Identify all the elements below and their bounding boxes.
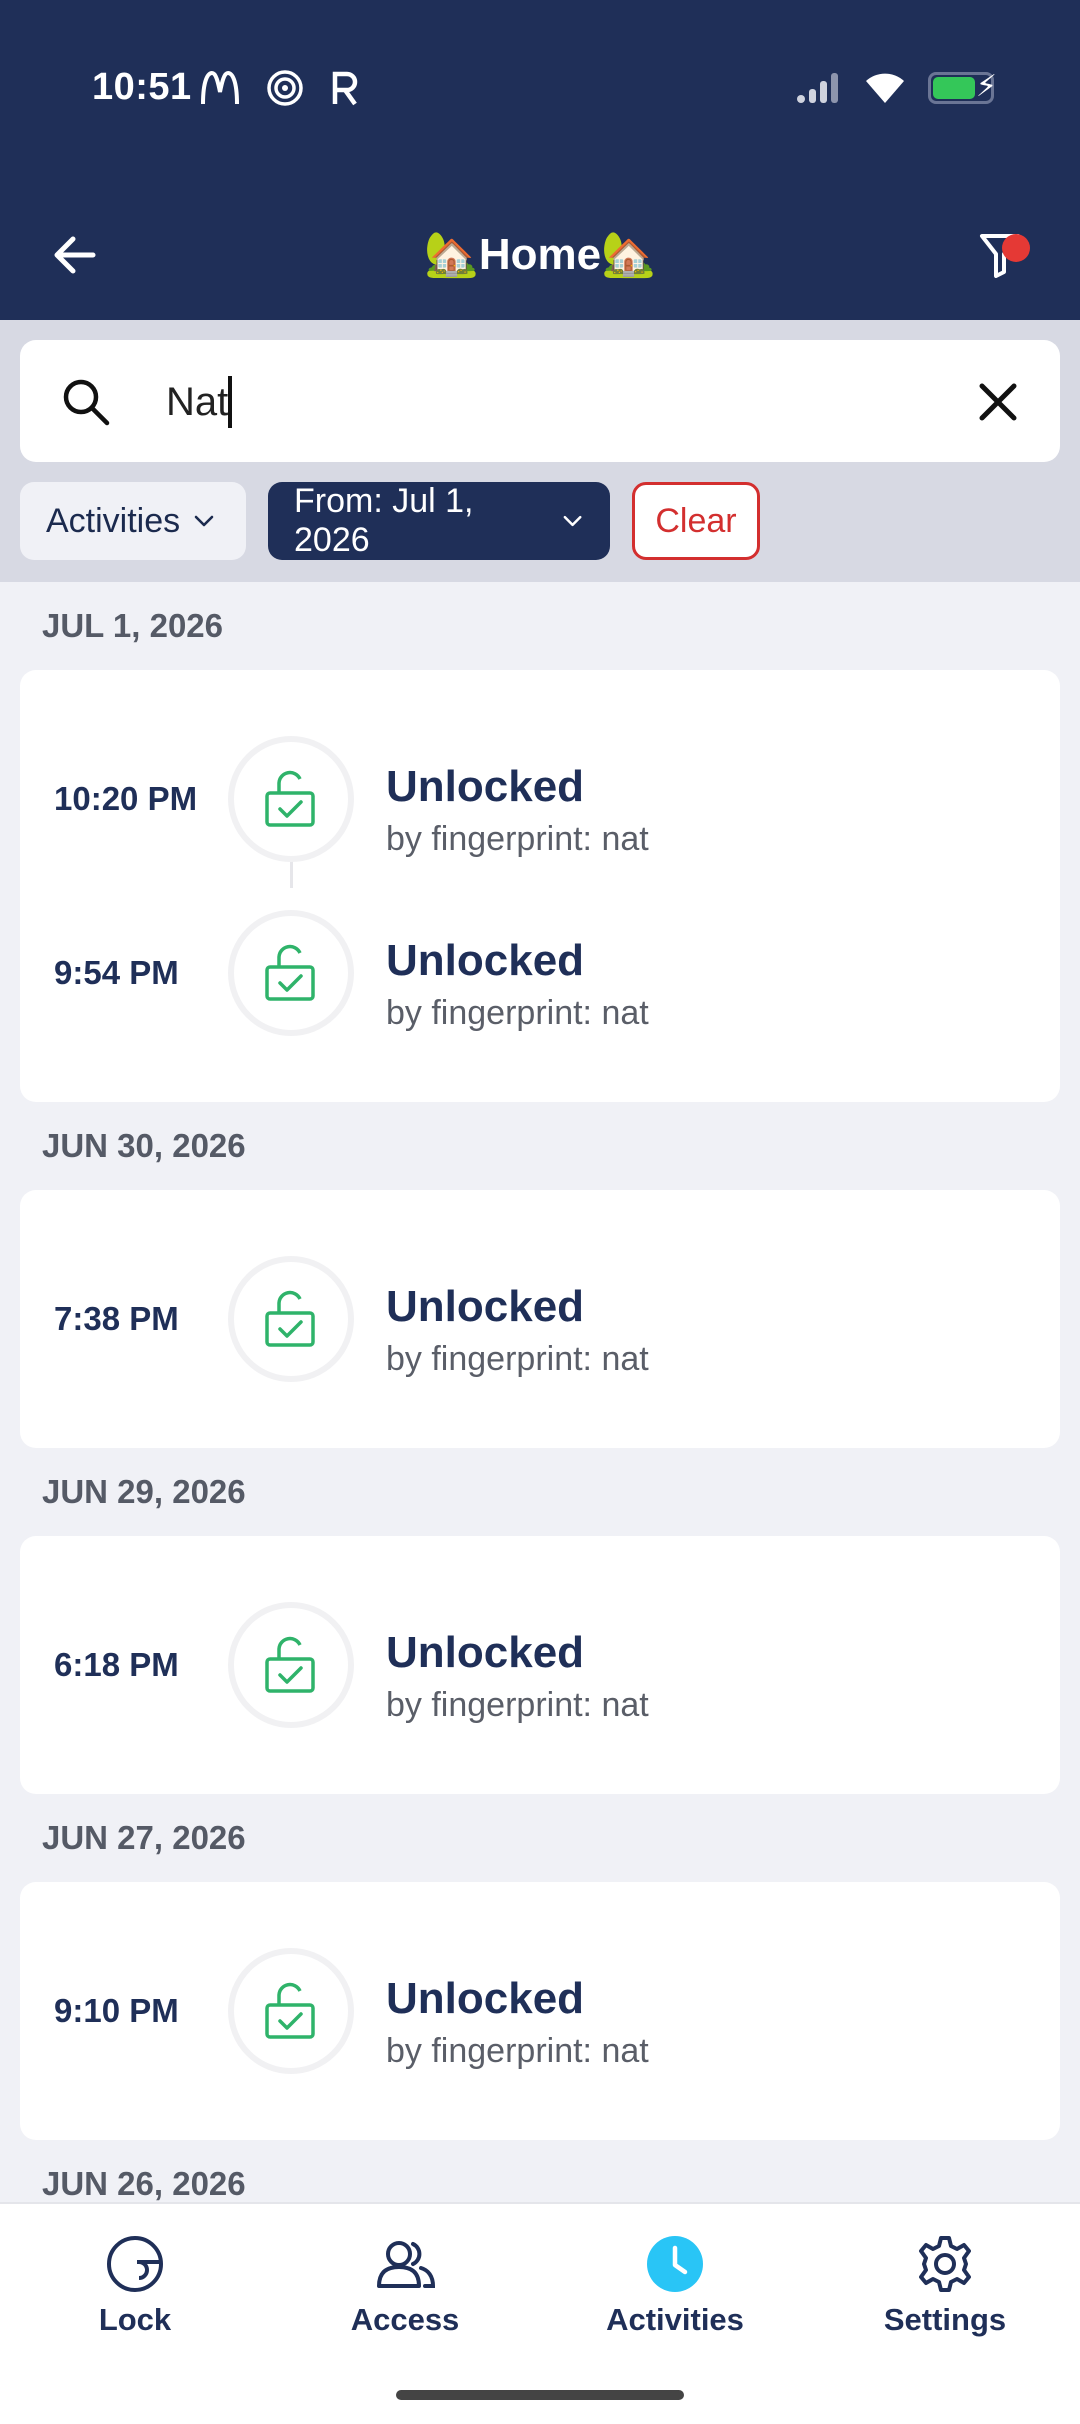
activities-dropdown[interactable]: Activities — [20, 482, 246, 560]
tab-settings-label: Settings — [883, 2302, 1007, 2337]
signal-icon — [797, 73, 838, 103]
date-header: JUN 26, 2026 — [42, 2165, 246, 2202]
activity-entry[interactable]: 9:54 PM Unlocked by fingerprint: nat — [20, 886, 1060, 1060]
status-system-icons: ⚡ — [796, 66, 997, 110]
entry-title: Unlocked — [386, 936, 585, 985]
tab-activities-label: Activities — [606, 2302, 744, 2337]
unlocked-padlock-icon — [265, 1290, 315, 1347]
unlock-status-badge — [228, 1602, 354, 1728]
tab-lock-label: Lock — [98, 2302, 172, 2337]
entry-title: Unlocked — [386, 1628, 585, 1677]
entry-time: 10:20 PM — [54, 780, 198, 817]
r-icon — [332, 71, 358, 106]
battery-charging-icon: ⚡ — [928, 70, 997, 104]
date-header: JUL 1, 2026 — [42, 607, 224, 644]
clear-filters-label: Clear — [655, 501, 737, 540]
status-time: 10:51 — [92, 66, 192, 108]
nav-bar: 🏡Home🏡 — [0, 200, 1080, 320]
bottom-tab-bar: Lock Access Activities Settings — [0, 2202, 1080, 2424]
entry-subtitle: by fingerprint: nat — [386, 820, 649, 858]
gear-icon — [919, 2236, 971, 2292]
page-title: 🏡Home🏡 — [424, 230, 656, 279]
text-caret — [228, 376, 232, 428]
entry-time: 9:54 PM — [54, 954, 179, 991]
tab-lock[interactable]: Lock — [0, 2232, 270, 2338]
activity-entry[interactable]: 9:10 PM Unlocked by fingerprint: nat — [20, 1924, 1060, 2098]
activity-card: 10:20 PM Unlocked by fingerprint: nat 9:… — [20, 670, 1060, 1102]
activity-card: 6:18 PM Unlocked by fingerprint: nat — [20, 1536, 1060, 1794]
entry-time: 7:38 PM — [54, 1300, 179, 1337]
entry-time: 6:18 PM — [54, 1646, 179, 1683]
entry-time: 9:10 PM — [54, 1992, 179, 2029]
chevron-down-icon — [194, 515, 214, 527]
search-filter-panel: Activities From: Jul 1, 2026 Clear — [0, 320, 1080, 582]
activity-list[interactable]: JUL 1, 2026 10:20 PM Unlocked by fingerp… — [0, 582, 1080, 2202]
swirl-icon — [267, 70, 303, 106]
entry-subtitle: by fingerprint: nat — [386, 1686, 649, 1724]
clear-search-icon[interactable] — [972, 376, 1024, 428]
search-input[interactable] — [166, 370, 926, 434]
entry-title: Unlocked — [386, 762, 585, 811]
activity-entry[interactable]: 10:20 PM Unlocked by fingerprint: nat — [20, 712, 1060, 886]
status-notification-icons — [200, 66, 360, 110]
date-from-dropdown[interactable]: From: Jul 1, 2026 — [268, 482, 610, 560]
clear-filters-button[interactable]: Clear — [632, 482, 760, 560]
users-icon — [377, 2241, 436, 2288]
entry-title: Unlocked — [386, 1282, 585, 1331]
date-header: JUN 29, 2026 — [42, 1473, 246, 1510]
unlock-status-badge — [228, 910, 354, 1036]
status-bar: 10:51 ⚡ — [0, 0, 1080, 180]
home-indicator[interactable] — [396, 2390, 684, 2400]
unlocked-padlock-icon — [265, 1982, 315, 2039]
date-header: JUN 27, 2026 — [42, 1819, 246, 1856]
filter-active-badge — [1002, 234, 1030, 262]
unlock-status-badge — [228, 736, 354, 862]
unlocked-padlock-icon — [265, 770, 315, 827]
tab-settings[interactable]: Settings — [810, 2232, 1080, 2338]
mcdonalds-icon — [201, 70, 239, 105]
entry-title: Unlocked — [386, 1974, 585, 2023]
activities-dropdown-label: Activities — [46, 501, 181, 540]
lock-dial-icon — [107, 2236, 163, 2292]
search-bar[interactable] — [20, 340, 1060, 462]
activity-card: 9:10 PM Unlocked by fingerprint: nat — [20, 1882, 1060, 2140]
entry-subtitle: by fingerprint: nat — [386, 1340, 649, 1378]
activity-entry[interactable]: 6:18 PM Unlocked by fingerprint: nat — [20, 1578, 1060, 1752]
unlock-status-badge — [228, 1256, 354, 1382]
entry-subtitle: by fingerprint: nat — [386, 994, 649, 1032]
tab-activities[interactable]: Activities — [540, 2232, 810, 2338]
entry-subtitle: by fingerprint: nat — [386, 2032, 649, 2070]
date-from-label: From: Jul 1, 2026 — [294, 482, 474, 559]
activity-card: 7:38 PM Unlocked by fingerprint: nat — [20, 1190, 1060, 1448]
filter-button[interactable] — [960, 220, 1040, 290]
app-header: 10:51 ⚡ 🏡Home🏡 — [0, 0, 1080, 320]
unlocked-padlock-icon — [265, 944, 315, 1001]
search-icon — [63, 379, 110, 426]
activity-entry[interactable]: 7:38 PM Unlocked by fingerprint: nat — [20, 1232, 1060, 1406]
wifi-icon — [866, 73, 904, 103]
unlocked-padlock-icon — [265, 1636, 315, 1693]
tab-access-label: Access — [350, 2302, 460, 2337]
date-header: JUN 30, 2026 — [42, 1127, 246, 1164]
unlock-status-badge — [228, 1948, 354, 2074]
filter-chips: Activities From: Jul 1, 2026 Clear — [20, 482, 760, 560]
tab-access[interactable]: Access — [270, 2232, 540, 2338]
chevron-down-icon — [563, 515, 582, 527]
clock-icon — [647, 2236, 703, 2292]
